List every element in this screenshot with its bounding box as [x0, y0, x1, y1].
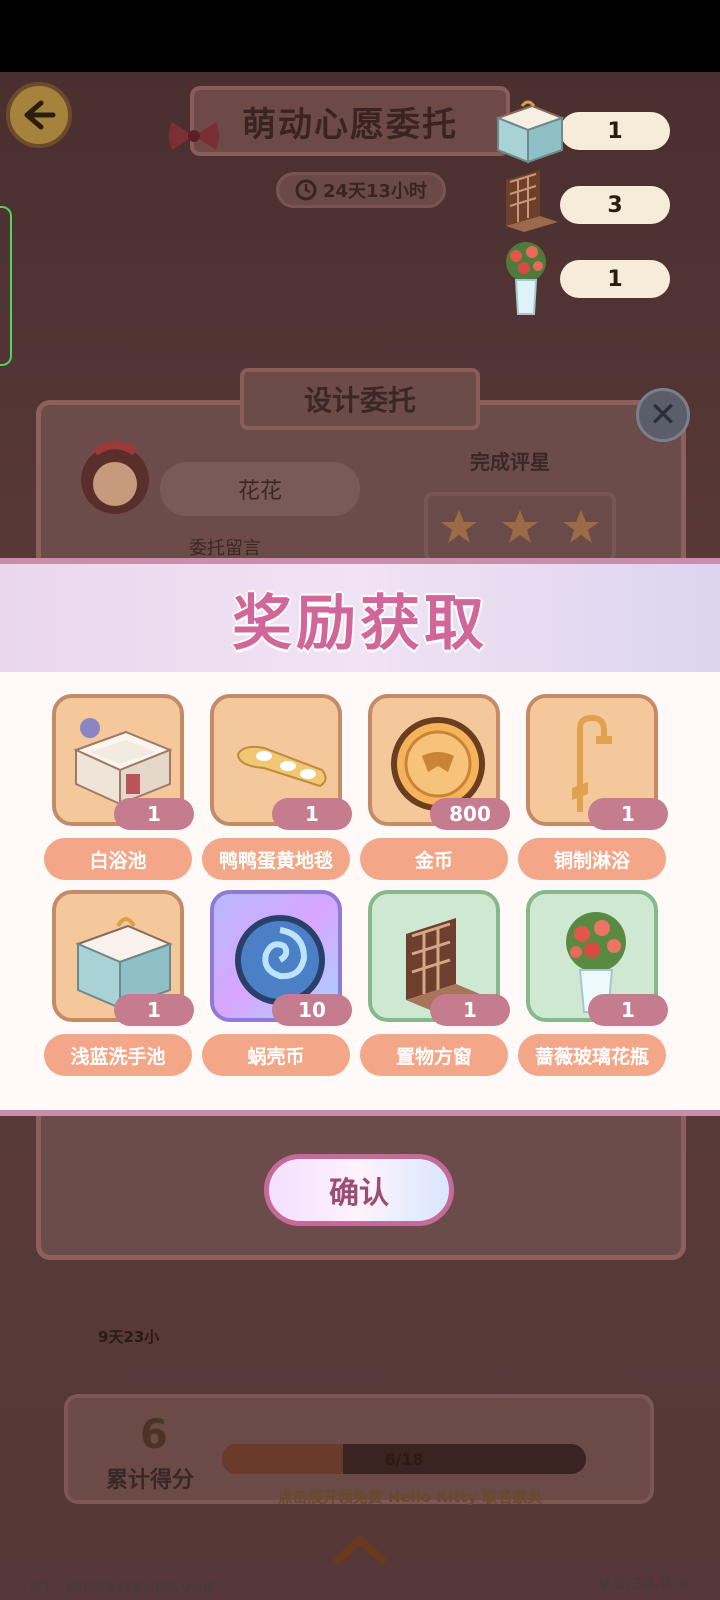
close-icon: ✕: [648, 395, 678, 435]
promo-text[interactable]: 点击展开领免费 Hello Kitty 联名家具: [200, 1486, 620, 1507]
clock-icon: [295, 179, 317, 201]
reward-name: 蔷薇玻璃花瓶: [518, 1034, 666, 1076]
status-bar: [0, 0, 720, 72]
reward-item[interactable]: 10 蜗壳币: [202, 890, 352, 1080]
star-icon: [501, 510, 538, 543]
event-title: 萌动心愿委托: [242, 104, 458, 145]
confirm-button[interactable]: 确认: [264, 1154, 454, 1226]
reward-name: 蜗壳币: [202, 1034, 350, 1076]
timer-text: 24天13小时: [322, 181, 428, 202]
reward-name: 鸭鸭蛋黄地毯: [202, 838, 350, 880]
score-value: 6: [140, 1412, 168, 1458]
counter-washbasin: 1: [560, 112, 670, 150]
chevron-up-icon[interactable]: [332, 1534, 388, 1564]
side-timer: 9天23小: [98, 1328, 160, 1346]
reward-name: 置物方窗: [360, 1034, 508, 1076]
reward-name: 白浴池: [44, 838, 192, 880]
star-icon: [563, 510, 600, 543]
reward-item[interactable]: 800 金币: [360, 694, 510, 884]
reward-qty: 800: [430, 798, 510, 830]
score-label: 累计得分: [106, 1468, 195, 1493]
window-icon: [506, 170, 558, 232]
reward-item[interactable]: 1 鸭鸭蛋黄地毯: [202, 694, 352, 884]
client-name: 花花: [160, 462, 360, 516]
reward-qty: 1: [588, 798, 668, 830]
rating-stars: [424, 492, 616, 562]
counter-value: 1: [607, 266, 623, 292]
reward-item[interactable]: 1 铜制淋浴: [518, 694, 668, 884]
back-button[interactable]: [6, 82, 72, 148]
reward-popup: 奖励获取 1 白浴池 1 鸭鸭蛋黄地毯 800 金币 1 铜制淋浴 1 浅蓝洗手…: [0, 558, 720, 1116]
reward-qty: 1: [114, 994, 194, 1026]
progress-text: 6/18: [384, 1449, 424, 1469]
player-id: ID：WSKkHXnNKvbK: [30, 1578, 215, 1597]
counter-rose-vase: 1: [560, 260, 670, 298]
reward-qty: 1: [272, 798, 352, 830]
reward-qty: 1: [430, 994, 510, 1026]
reward-item[interactable]: 1 白浴池: [44, 694, 194, 884]
app-version: V.3.30.0_9: [597, 1574, 690, 1593]
counter-window: 3: [560, 186, 670, 224]
bow-icon: [169, 122, 219, 150]
edge-indicator: [0, 206, 12, 366]
counter-value: 1: [607, 118, 623, 144]
reward-name: 金币: [360, 838, 508, 880]
reward-name: 铜制淋浴: [518, 838, 666, 880]
reward-qty: 1: [588, 994, 668, 1026]
dialog-title: 设计委托: [240, 368, 480, 430]
reward-qty: 1: [114, 798, 194, 830]
reward-item[interactable]: 1 蔷薇玻璃花瓶: [518, 890, 668, 1080]
washbasin-icon: [495, 100, 565, 164]
reward-title: 奖励获取: [232, 588, 488, 659]
rose-vase-icon: [506, 242, 546, 315]
star-icon: [440, 510, 477, 543]
back-arrow-icon: [24, 100, 56, 130]
event-title-banner: 萌动心愿委托: [190, 86, 510, 156]
counter-value: 3: [607, 192, 623, 218]
reward-name: 浅蓝洗手池: [44, 1034, 192, 1076]
event-timer: 24天13小时: [276, 172, 446, 208]
close-button[interactable]: ✕: [636, 388, 690, 442]
reward-item[interactable]: 1 置物方窗: [360, 890, 510, 1080]
rating-label: 完成评星: [470, 450, 550, 474]
reward-item[interactable]: 1 浅蓝洗手池: [44, 890, 194, 1080]
reward-qty: 10: [272, 994, 352, 1026]
client-avatar: [81, 441, 149, 514]
reward-header: 奖励获取: [0, 564, 720, 672]
